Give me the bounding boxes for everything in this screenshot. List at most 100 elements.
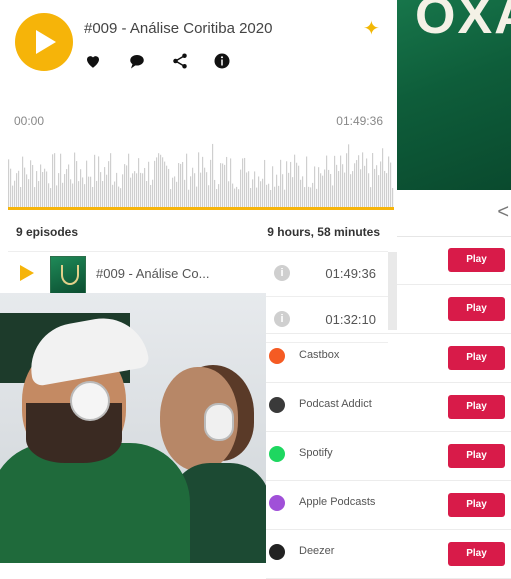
waveform-bar bbox=[104, 167, 106, 208]
waveform-bar bbox=[102, 181, 104, 208]
heart-icon[interactable] bbox=[84, 52, 104, 72]
waveform-bar bbox=[290, 161, 292, 208]
episode-title: #009 - Análise Co... bbox=[96, 266, 210, 281]
play-icon[interactable] bbox=[20, 265, 34, 281]
waveform-bar bbox=[160, 154, 162, 208]
waveform-bar bbox=[196, 186, 198, 208]
waveform-bar bbox=[66, 169, 68, 208]
episode-row[interactable]: #009 - Análise Co... i 01:49:36 bbox=[8, 252, 388, 297]
waveform-bar bbox=[56, 185, 58, 208]
waveform-bar bbox=[370, 187, 372, 208]
waveform-bar bbox=[352, 171, 354, 208]
waveform-bar bbox=[220, 163, 222, 208]
waveform-bar bbox=[200, 172, 202, 208]
waveform-bar bbox=[124, 164, 126, 208]
waveform-bar bbox=[142, 173, 144, 208]
waveform-bar bbox=[272, 166, 274, 208]
waveform-bar bbox=[120, 188, 122, 208]
waveform-bar bbox=[210, 159, 212, 208]
comment-icon[interactable] bbox=[128, 52, 148, 72]
waveform-bar bbox=[158, 153, 160, 208]
star-icon[interactable]: ✦ bbox=[363, 16, 380, 41]
waveform-bar bbox=[96, 180, 98, 208]
waveform-bar bbox=[92, 186, 94, 208]
waveform[interactable] bbox=[8, 136, 394, 208]
waveform-bar bbox=[374, 168, 376, 208]
waveform-bar bbox=[230, 158, 232, 208]
waveform-bar bbox=[326, 155, 328, 208]
headphones bbox=[204, 403, 234, 441]
waveform-bar bbox=[262, 178, 264, 208]
waveform-bar bbox=[50, 188, 52, 208]
waveform-bar bbox=[320, 173, 322, 208]
waveform-bar bbox=[176, 181, 178, 208]
waveform-bar bbox=[134, 171, 136, 208]
castbox-play-button[interactable]: Play bbox=[448, 346, 505, 370]
waveform-bar bbox=[288, 172, 290, 208]
waveform-bar bbox=[114, 181, 116, 208]
waveform-bar bbox=[42, 171, 44, 208]
deezer-icon bbox=[269, 544, 285, 560]
info-icon[interactable]: i bbox=[274, 265, 290, 281]
waveform-bar bbox=[276, 174, 278, 208]
waveform-bar bbox=[106, 174, 108, 208]
apple-podcasts-play-button[interactable]: Play bbox=[448, 493, 505, 517]
waveform-bar bbox=[234, 188, 236, 208]
waveform-bar bbox=[46, 171, 48, 208]
waveform-bar bbox=[224, 164, 226, 208]
waveform-bar bbox=[10, 168, 12, 208]
waveform-bar bbox=[318, 167, 320, 208]
waveform-bar bbox=[84, 184, 86, 208]
spotify-play-button[interactable]: Play bbox=[448, 444, 505, 468]
waveform-bar bbox=[206, 172, 208, 208]
waveform-bar bbox=[8, 159, 10, 208]
waveform-bar bbox=[228, 181, 230, 208]
waveform-bar bbox=[310, 187, 312, 208]
platforms-header: < bbox=[397, 190, 511, 237]
deezer-play-button[interactable]: Play bbox=[448, 542, 505, 566]
podcast-addict-play-button[interactable]: Play bbox=[448, 395, 505, 419]
waveform-bar bbox=[348, 144, 350, 208]
platform-name: Podcast Addict bbox=[299, 398, 372, 410]
info-icon[interactable]: i bbox=[274, 311, 290, 327]
waveform-bar bbox=[256, 187, 258, 208]
waveform-bar bbox=[372, 153, 374, 208]
waveform-bar bbox=[172, 177, 174, 208]
waveform-bar bbox=[132, 173, 134, 208]
platform-play-button[interactable]: Play bbox=[448, 248, 505, 272]
waveform-bar bbox=[112, 184, 114, 208]
episode-list-scrollbar[interactable] bbox=[388, 252, 397, 330]
waveform-bar bbox=[354, 163, 356, 208]
waveform-bar bbox=[44, 168, 46, 208]
waveform-bar bbox=[208, 185, 210, 208]
waveform-bar bbox=[140, 172, 142, 208]
share-icon[interactable] bbox=[171, 52, 191, 72]
spotify-icon bbox=[269, 446, 285, 462]
waveform-bar bbox=[70, 179, 72, 208]
waveform-bar bbox=[312, 182, 314, 208]
waveform-bar bbox=[154, 160, 156, 208]
waveform-bar bbox=[392, 188, 394, 208]
waveform-bar bbox=[336, 164, 338, 208]
main-play-button[interactable] bbox=[15, 13, 73, 71]
waveform-bar bbox=[324, 169, 326, 208]
waveform-bar bbox=[240, 169, 242, 208]
info-icon[interactable] bbox=[213, 52, 233, 72]
waveform-bar bbox=[16, 173, 18, 208]
platform-play-button[interactable]: Play bbox=[448, 297, 505, 321]
waveform-bar bbox=[380, 161, 382, 208]
waveform-bar bbox=[198, 152, 200, 208]
waveform-bar bbox=[72, 183, 74, 208]
platform-row-spotify: Spotify Play bbox=[266, 432, 511, 481]
waveform-bar bbox=[40, 164, 42, 208]
waveform-bar bbox=[146, 181, 148, 208]
waveform-bar bbox=[268, 183, 270, 208]
share-icon[interactable]: < bbox=[497, 201, 509, 224]
waveform-bar bbox=[366, 158, 368, 208]
waveform-bar bbox=[126, 165, 128, 208]
waveform-bar bbox=[68, 164, 70, 208]
waveform-bar bbox=[164, 161, 166, 208]
waveform-bar bbox=[284, 189, 286, 208]
waveform-bar bbox=[80, 169, 82, 208]
waveform-bar bbox=[314, 166, 316, 208]
